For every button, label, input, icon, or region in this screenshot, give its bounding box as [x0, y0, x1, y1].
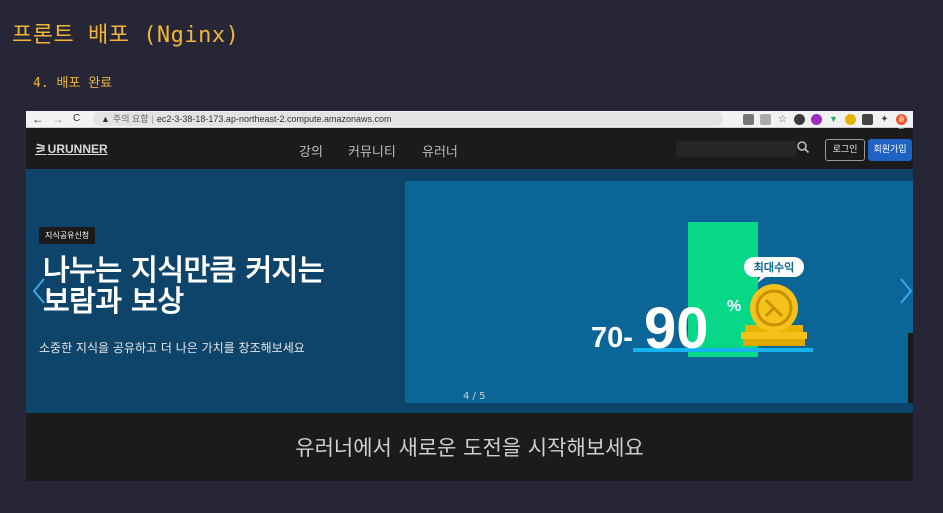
runner-icon: ⚞: [35, 141, 47, 156]
hero-title-line1: 나누는 지식만큼 커지는: [43, 253, 325, 287]
hero-subtitle: 소중한 지식을 공유하고 더 나은 가치를 창조해보세요: [39, 341, 305, 355]
browser-screenshot: ← → C ▲ 주의 요함 | ec2-3-38-18-173.ap-northeas…: [26, 111, 913, 481]
badge-pointer: [757, 276, 767, 283]
emoji-extension-icon[interactable]: [845, 114, 856, 125]
site-header: ⚞URUNNER 강의 커뮤니티 유러너 로그인 회원가입: [26, 129, 913, 169]
logo-text: URUNNER: [47, 142, 108, 156]
hero-carousel: 지식공유신청 나누는 지식만큼 커지는 보람과 보상 소중한 지식을 공유하고 …: [26, 169, 913, 413]
star-icon[interactable]: ☆: [777, 114, 788, 125]
spy-extension-icon[interactable]: [794, 114, 805, 125]
next-slide-icon[interactable]: [898, 277, 913, 305]
site-logo[interactable]: ⚞URUNNER: [35, 141, 108, 157]
address-separator: |: [151, 114, 154, 124]
revenue-prefix: 70-: [591, 322, 633, 354]
nav-item-urunner[interactable]: 유러너: [422, 141, 458, 160]
login-button[interactable]: 로그인: [825, 139, 865, 161]
max-revenue-badge: 최대수익: [754, 260, 794, 274]
signup-button[interactable]: 회원가입: [868, 139, 912, 161]
revenue-illustration: 최대수익 70- 90 %: [591, 222, 813, 361]
page-title: 프론트 배포 (Nginx): [12, 23, 240, 48]
forward-icon[interactable]: →: [52, 112, 64, 126]
insecure-label: 주의 요함: [112, 114, 149, 124]
browser-toolbar: ← → C ▲ 주의 요함 | ec2-3-38-18-173.ap-northeas…: [26, 111, 913, 134]
revenue-percent: %: [727, 298, 741, 315]
url-text: ec2-3-38-18-173.ap-northeast-2.compute.a…: [156, 114, 392, 124]
search-input[interactable]: [676, 141, 796, 157]
hero-banner-image[interactable]: 최대수익 70- 90 %: [405, 181, 913, 403]
step-heading: 4. 배포 완료: [33, 76, 113, 91]
puzzle-icon[interactable]: ✦: [879, 114, 890, 125]
reload-icon[interactable]: C: [73, 112, 80, 126]
slide-indicator: 4 / 5: [463, 391, 486, 402]
extensions-area: ☆ ▼ ✦ 솔라: [743, 111, 913, 134]
search-icon[interactable]: [796, 140, 810, 154]
cta-heading: 유러너에서 새로운 도전을 시작해보세요: [295, 436, 644, 460]
profile-avatar[interactable]: 솔라: [896, 114, 907, 134]
purple-extension-icon[interactable]: [811, 114, 822, 125]
scroll-edge: [908, 333, 913, 403]
window-extension-icon[interactable]: [862, 114, 873, 125]
coin-stack-2: [741, 332, 807, 339]
nav-item-community[interactable]: 커뮤니티: [348, 141, 396, 160]
cta-section: 유러너에서 새로운 도전을 시작해보세요: [26, 413, 913, 481]
revenue-big-number: 90: [644, 296, 709, 361]
hero-title: 나누는 지식만큼 커지는 보람과 보상: [43, 253, 325, 318]
vue-extension-icon[interactable]: ▼: [828, 114, 839, 125]
hero-title-line2: 보람과 보상: [43, 284, 184, 318]
hero-tag[interactable]: 지식공유신청: [39, 227, 96, 244]
back-icon[interactable]: ←: [32, 112, 44, 126]
coin-stack-1: [743, 339, 805, 346]
address-bar[interactable]: ▲ 주의 요함 | ec2-3-38-18-173.ap-northeast-2.co…: [93, 112, 723, 126]
share-icon[interactable]: [760, 114, 771, 125]
warning-icon: ▲: [101, 114, 110, 124]
nav-item-courses[interactable]: 강의: [299, 141, 323, 160]
prev-slide-icon[interactable]: [31, 277, 47, 305]
translate-icon[interactable]: [743, 114, 754, 125]
